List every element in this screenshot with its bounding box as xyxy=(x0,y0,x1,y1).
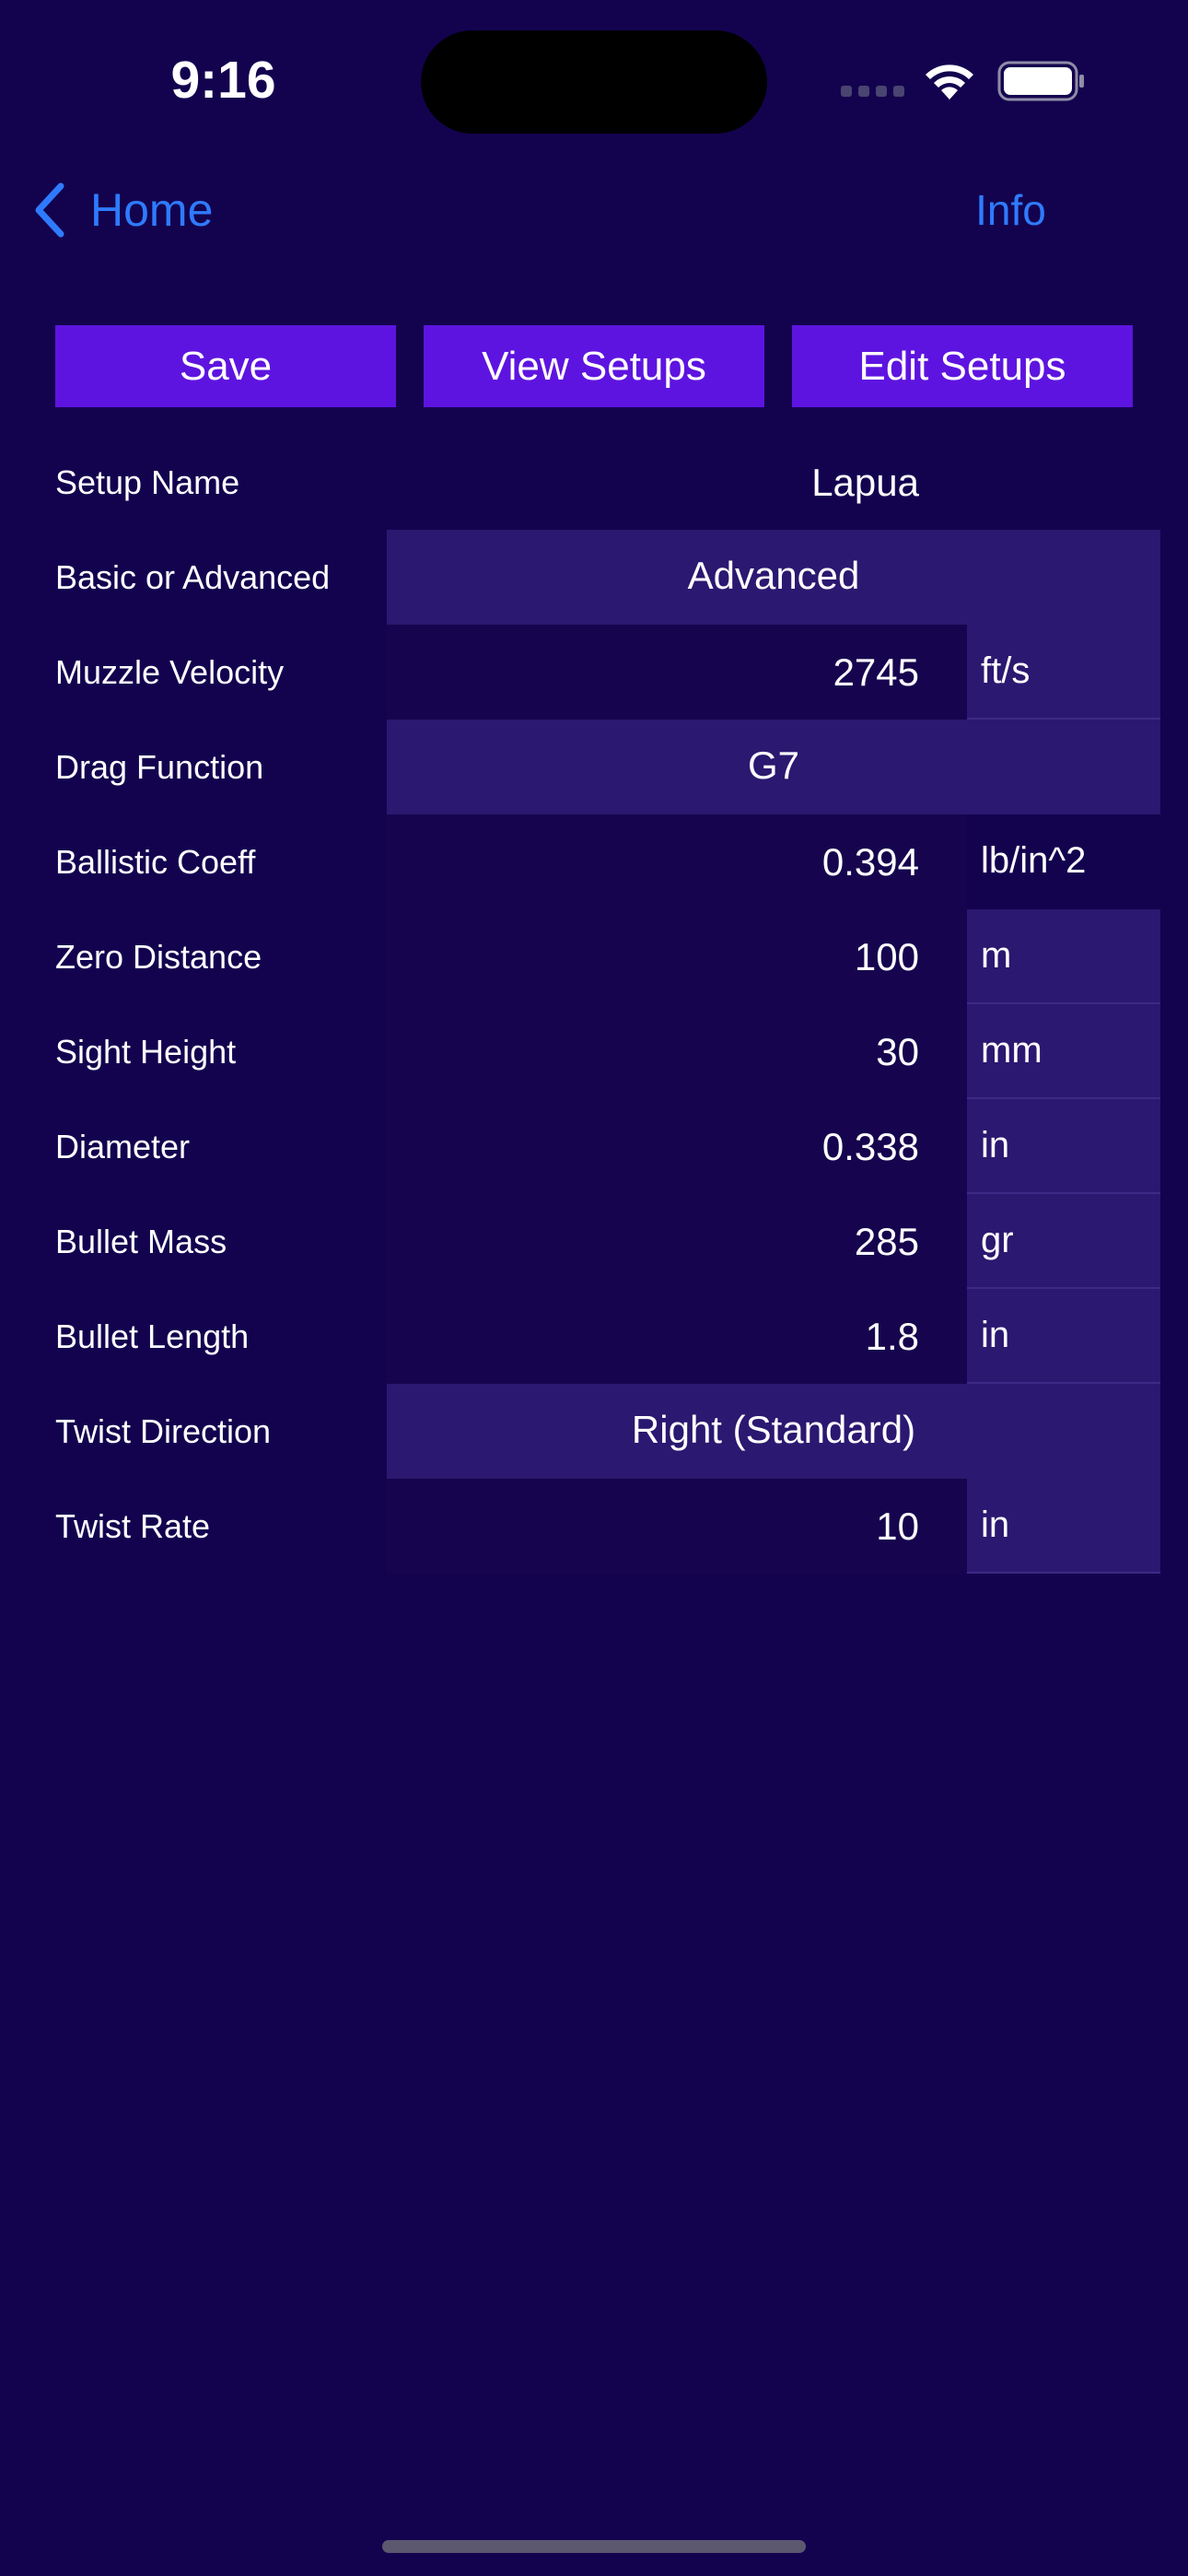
muzzle-velocity-unit-selector[interactable]: ft/s xyxy=(967,625,1160,720)
row-sight-height: Sight Height 30 mm xyxy=(0,1004,1188,1099)
row-bullet-length: Bullet Length 1.8 in xyxy=(0,1289,1188,1384)
muzzle-velocity-label: Muzzle Velocity xyxy=(55,653,285,691)
dynamic-island xyxy=(421,30,767,134)
back-label: Home xyxy=(90,184,214,236)
drag-function-selector[interactable]: G7 xyxy=(387,720,1160,814)
basic-or-advanced-selector[interactable]: Advanced xyxy=(387,530,1160,625)
save-button[interactable]: Save xyxy=(55,325,396,407)
row-twist-direction: Twist Direction Right (Standard) xyxy=(0,1384,1188,1479)
info-button[interactable]: Info xyxy=(958,175,1064,245)
row-twist-rate: Twist Rate 10 in xyxy=(0,1479,1188,1574)
sight-height-field[interactable]: 30 xyxy=(387,1004,967,1099)
row-basic-or-advanced: Basic or Advanced Advanced xyxy=(0,530,1188,625)
view-setups-button[interactable]: View Setups xyxy=(424,325,764,407)
battery-icon xyxy=(997,61,1084,101)
sight-height-label: Sight Height xyxy=(55,1033,237,1071)
status-time: 9:16 xyxy=(170,51,276,110)
back-button[interactable]: Home xyxy=(31,175,213,245)
bullet-length-label: Bullet Length xyxy=(55,1317,250,1355)
bullet-mass-field[interactable]: 285 xyxy=(387,1194,967,1289)
diameter-label: Diameter xyxy=(55,1128,191,1165)
drag-function-label: Drag Function xyxy=(55,748,264,786)
row-muzzle-velocity: Muzzle Velocity 2745 ft/s xyxy=(0,625,1188,720)
twist-rate-unit-selector[interactable]: in xyxy=(967,1479,1160,1574)
row-setup-name: Setup Name Lapua xyxy=(0,435,1188,530)
bullet-length-unit-selector[interactable]: in xyxy=(967,1289,1160,1384)
home-indicator[interactable] xyxy=(382,2540,806,2553)
bullet-mass-label: Bullet Mass xyxy=(55,1223,227,1260)
twist-rate-label: Twist Rate xyxy=(55,1507,211,1545)
ballistic-coeff-unit: lb/in^2 xyxy=(967,814,1160,909)
zero-distance-field[interactable]: 100 xyxy=(387,909,967,1004)
twist-direction-label: Twist Direction xyxy=(55,1412,272,1450)
screen: 9:16 Home Info Save View Setups Edit Set… xyxy=(0,0,1188,2576)
diameter-unit-selector[interactable]: in xyxy=(967,1099,1160,1194)
basic-or-advanced-label: Basic or Advanced xyxy=(55,558,331,596)
chevron-left-icon xyxy=(35,182,64,238)
row-diameter: Diameter 0.338 in xyxy=(0,1099,1188,1194)
bullet-length-field[interactable]: 1.8 xyxy=(387,1289,967,1384)
bullet-mass-unit-selector[interactable]: gr xyxy=(967,1194,1160,1289)
zero-distance-unit-selector[interactable]: m xyxy=(967,909,1160,1004)
wifi-icon xyxy=(926,64,973,100)
sight-height-unit-selector[interactable]: mm xyxy=(967,1004,1160,1099)
row-drag-function: Drag Function G7 xyxy=(0,720,1188,814)
muzzle-velocity-field[interactable]: 2745 xyxy=(387,625,967,720)
row-zero-distance: Zero Distance 100 m xyxy=(0,909,1188,1004)
setup-name-field[interactable]: Lapua xyxy=(387,435,967,530)
ballistic-coeff-label: Ballistic Coeff xyxy=(55,843,256,881)
diameter-field[interactable]: 0.338 xyxy=(387,1099,967,1194)
cellular-signal-icon xyxy=(841,86,905,99)
edit-setups-button[interactable]: Edit Setups xyxy=(792,325,1133,407)
twist-rate-field[interactable]: 10 xyxy=(387,1479,967,1574)
zero-distance-label: Zero Distance xyxy=(55,938,262,976)
row-ballistic-coeff: Ballistic Coeff 0.394 lb/in^2 xyxy=(0,814,1188,909)
row-bullet-mass: Bullet Mass 285 gr xyxy=(0,1194,1188,1289)
ballistic-coeff-field[interactable]: 0.394 xyxy=(387,814,967,909)
twist-direction-selector[interactable]: Right (Standard) xyxy=(387,1384,1160,1479)
setup-name-label: Setup Name xyxy=(55,463,240,501)
